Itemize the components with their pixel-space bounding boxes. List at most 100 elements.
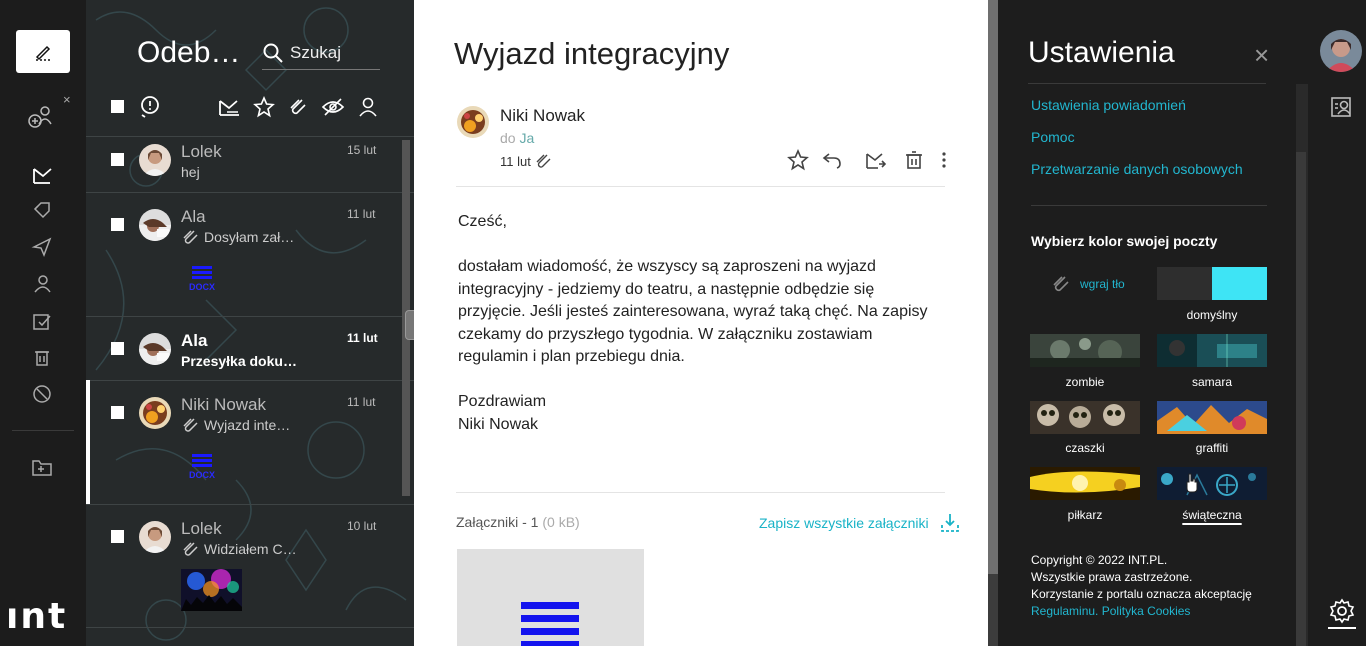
- settings-title-divider: [1028, 83, 1266, 84]
- selected-indicator: [86, 380, 90, 504]
- list-item[interactable]: Lolek hej 15 lut: [86, 137, 414, 192]
- theme-swatch-default[interactable]: [1157, 267, 1267, 300]
- row-checkbox[interactable]: [111, 342, 124, 355]
- attachment-icon: [183, 418, 198, 432]
- row-checkbox[interactable]: [111, 406, 124, 419]
- copyright-line: Korzystanie z portalu oznacza akceptację: [1031, 587, 1252, 601]
- select-all-checkbox[interactable]: [111, 100, 124, 113]
- list-item[interactable]: Lolek Widziałem C… 10 lut: [86, 505, 414, 627]
- more-options-icon[interactable]: [932, 148, 956, 172]
- settings-gear-icon[interactable]: [1327, 597, 1357, 625]
- row-checkbox[interactable]: [111, 530, 124, 543]
- attachments-divider: [456, 492, 945, 493]
- user-avatar[interactable]: [1320, 30, 1362, 72]
- theme-swatch-zombie[interactable]: [1030, 334, 1140, 367]
- theme-swatch-swiateczna[interactable]: [1157, 467, 1267, 500]
- contact-card-icon[interactable]: [1327, 93, 1357, 121]
- theme-swatch-czaszki[interactable]: [1030, 401, 1140, 434]
- pen-icon: [35, 45, 51, 61]
- copyright-line: Copyright © 2022 INT.PL.: [1031, 553, 1168, 567]
- doc-thumbnail[interactable]: DOCX: [183, 259, 221, 297]
- labels-icon[interactable]: [26, 196, 58, 224]
- cookies-link[interactable]: Polityka Cookies: [1102, 604, 1191, 618]
- recipient-name[interactable]: Ja: [519, 130, 534, 146]
- body-signature: Niki Nowak: [458, 415, 539, 433]
- row-date: 11 lut: [347, 207, 376, 221]
- contact-filter-icon[interactable]: [355, 94, 381, 120]
- contacts-icon[interactable]: [26, 270, 58, 298]
- attachment-filter-icon[interactable]: [285, 94, 311, 120]
- image-thumbnail[interactable]: [181, 569, 242, 611]
- unread-filter-icon[interactable]: [320, 94, 346, 120]
- row-subject: Wyjazd inte…: [204, 417, 291, 433]
- upload-background-button[interactable]: wgraj tło: [1050, 274, 1125, 294]
- theme-label-default: domyślny: [1186, 308, 1238, 322]
- delete-icon[interactable]: [902, 148, 926, 172]
- hand-cursor-icon: [1186, 473, 1198, 493]
- add-contact-icon[interactable]: [26, 102, 58, 130]
- message-date: 11 lut: [500, 153, 531, 169]
- link-notification-settings[interactable]: Ustawienia powiadomień: [1031, 97, 1186, 113]
- save-all-label: Zapisz wszystkie załączniki: [759, 515, 929, 531]
- row-subject-wrap: Widziałem C…: [181, 540, 297, 558]
- trash-icon[interactable]: [26, 343, 58, 371]
- drafts-icon[interactable]: [26, 307, 58, 335]
- star-icon[interactable]: [786, 148, 810, 172]
- int-logo[interactable]: ınt: [6, 596, 67, 637]
- attachments-label: Załączniki - 1 (0 kB): [456, 514, 580, 530]
- list-item-selected[interactable]: Niki Nowak Wyjazd inte… 11 lut DOCX: [86, 381, 414, 504]
- close-icon[interactable]: ×: [1254, 40, 1269, 71]
- spam-icon[interactable]: [26, 380, 58, 408]
- row-subject: Widziałem C…: [204, 541, 297, 557]
- body-greeting: Cześć,: [458, 213, 507, 230]
- attachment-preview[interactable]: [457, 549, 644, 646]
- save-all-attachments-button[interactable]: Zapisz wszystkie załączniki: [759, 512, 961, 534]
- copyright-footer: Copyright © 2022 INT.PL. Wszystkie prawa…: [1031, 552, 1252, 620]
- row-subject: Przesyłka doku…: [181, 353, 297, 369]
- mail-list: Odeb… Szukaj Lolek hej 15 lut Ala Dosyła…: [86, 0, 414, 646]
- row-checkbox[interactable]: [111, 218, 124, 231]
- attachment-icon: [183, 230, 198, 244]
- move-to-folder-icon[interactable]: [864, 148, 888, 172]
- to-prefix: do: [500, 130, 516, 146]
- settings-scrollbar[interactable]: [1296, 152, 1306, 646]
- avatar: [139, 333, 171, 365]
- sender-name[interactable]: Niki Nowak: [500, 106, 585, 126]
- compose-button[interactable]: [16, 30, 70, 73]
- theme-swatch-pilkarz[interactable]: [1030, 467, 1140, 500]
- reader-scrollbar[interactable]: [988, 0, 998, 646]
- reply-icon[interactable]: [820, 148, 844, 172]
- close-icon[interactable]: ×: [63, 92, 71, 107]
- rail-divider: [12, 430, 74, 431]
- link-help[interactable]: Pomoc: [1031, 129, 1075, 145]
- doc-thumbnail[interactable]: DOCX: [183, 447, 221, 485]
- attachments-size: (0 kB): [542, 514, 580, 530]
- theme-swatch-graffiti[interactable]: [1157, 401, 1267, 434]
- row-sender: Niki Nowak: [181, 395, 267, 414]
- row-sender: Ala: [181, 331, 208, 350]
- spam-filter-icon[interactable]: [137, 94, 163, 120]
- list-item[interactable]: Ala Przesyłka doku… 11 lut: [86, 317, 414, 380]
- star-icon[interactable]: [251, 94, 277, 120]
- mark-read-icon[interactable]: [216, 94, 242, 120]
- reading-pane: Wyjazd integracyjny Niki Nowak do Ja 11 …: [414, 0, 988, 646]
- row-subject-wrap: Dosyłam zał…: [181, 228, 294, 246]
- terms-link[interactable]: Regulaminu.: [1031, 604, 1098, 618]
- theme-label-zombie: zombie: [1065, 375, 1105, 389]
- theme-swatch-samara[interactable]: [1157, 334, 1267, 367]
- row-subject: hej: [181, 164, 200, 180]
- message-body: Cześć, dostałam wiadomość, że wszyscy są…: [458, 211, 928, 436]
- theme-label-graffiti: graffiti: [1195, 441, 1229, 455]
- row-subject-wrap: Wyjazd inte…: [181, 416, 290, 434]
- link-privacy[interactable]: Przetwarzanie danych osobowych: [1031, 161, 1243, 177]
- list-item[interactable]: Ala Dosyłam zał… 11 lut DOCX: [86, 193, 414, 316]
- folder-title: Odeb…: [137, 36, 241, 69]
- sent-icon[interactable]: [26, 233, 58, 261]
- search-input[interactable]: Szukaj: [262, 36, 380, 70]
- attachment-icon: [1053, 276, 1069, 292]
- theme-label-swiateczna: świąteczna: [1182, 508, 1242, 522]
- new-folder-icon[interactable]: [26, 453, 58, 481]
- row-date: 15 lut: [347, 143, 377, 157]
- row-checkbox[interactable]: [111, 153, 124, 166]
- inbox-icon[interactable]: [26, 161, 58, 189]
